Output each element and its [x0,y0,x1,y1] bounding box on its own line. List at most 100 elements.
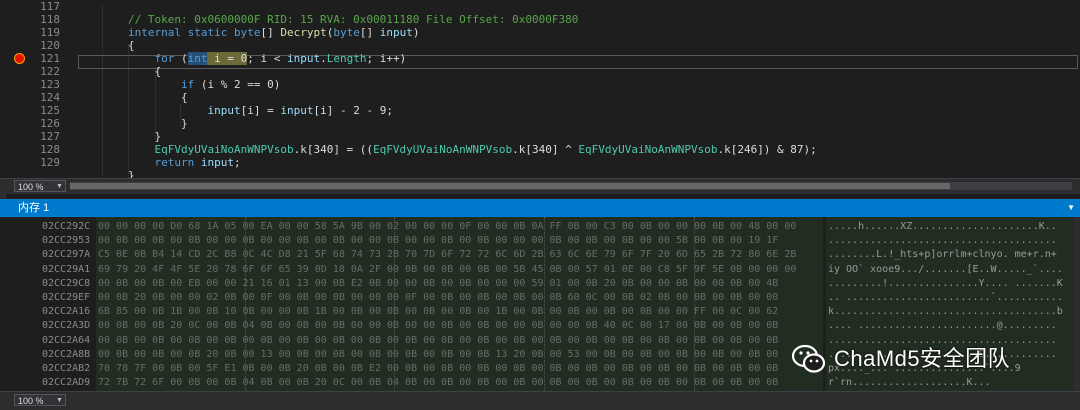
memory-ascii[interactable]: iy OO` xooe9.../.......[E..W....._`.... [828,262,1063,277]
memory-hex-bytes[interactable]: 69 79 20 4F 4F 5E 20 78 6F 6F 65 39 0D 1… [98,262,796,277]
code-text: } [128,117,188,130]
memory-hex-bytes[interactable]: 00 0B 00 0B 00 0B 00 00 0B 00 00 0B 00 0… [98,233,778,248]
code-line[interactable]: 126 } [0,117,1080,130]
code-token: . [320,52,327,65]
code-line[interactable]: 129 return input; [0,156,1080,169]
memory-row[interactable]: 02CC2A16 6B 85 00 0B 1B 00 0B 10 0B 00 00… [0,304,1080,319]
memory-hex-bytes[interactable]: 6B 85 00 0B 1B 00 0B 10 0B 00 00 0B 1B 0… [98,304,778,319]
code-token: input [379,26,413,39]
zoom-value: 100 % [18,396,44,406]
breakpoint-icon[interactable] [14,53,25,64]
memory-zoom-bar: 100 % ▼ [0,391,1080,410]
code-token: [i] = [240,104,281,117]
memory-ascii[interactable]: k.....................................b [828,304,1063,319]
memory-row[interactable]: 02CC2953 00 0B 00 0B 00 0B 00 00 0B 00 00… [0,233,1080,248]
memory-title-label: 内存 1 [18,202,50,214]
code-line[interactable]: 118 // Token: 0x0600000F RID: 15 RVA: 0x0… [0,13,1080,26]
memory-hex-bytes[interactable]: 72 7B 72 6F 00 0B 00 0B 04 0B 00 0B 20 0… [98,375,778,390]
line-number: 125 [40,104,60,117]
memory-hex-bytes[interactable]: 00 0B 00 0B 00 0B 20 0B 00 13 00 0B 00 0… [98,347,778,362]
line-number: 124 [40,91,60,104]
code-token: input [207,104,241,117]
chevron-down-icon: ▼ [56,183,63,190]
memory-ascii[interactable]: .. ........................`........... [828,290,1063,305]
line-number: 123 [40,78,60,91]
code-token: } [128,117,188,130]
memory-row[interactable]: 02CC29EF 00 0B 20 0B 00 00 02 0B 00 0F 00… [0,290,1080,305]
code-token: EqFVdyUVaiNoAnWNPVsob [373,143,513,156]
code-line[interactable]: 117 [0,0,1080,13]
memory-hex-bytes[interactable]: 00 0B 00 0B 00 0B 00 0B 00 0B 00 0B 00 0… [98,333,778,348]
memory-ascii[interactable]: .........!...............Y.... .......K [828,276,1063,291]
code-text: } [128,130,161,143]
code-text: for (int i = 0; i < input.Length; i++) [128,52,406,65]
code-token: [] [260,26,281,39]
code-token: ( [180,52,188,65]
code-line[interactable]: } [0,169,1080,178]
code-token: } [128,169,135,178]
zoom-value: 100 % [18,182,44,192]
scrollbar-thumb[interactable] [70,183,950,189]
code-line[interactable]: 124 { [0,91,1080,104]
memory-address: 02CC2AD9 [42,377,91,389]
code-editor[interactable]: 117 118 // Token: 0x0600000F RID: 15 RVA: … [0,0,1080,178]
line-number: 122 [40,65,60,78]
memory-ascii[interactable]: ...................................... [828,233,1057,248]
code-token: Length [326,52,367,65]
memory-window-title[interactable]: 内存 1 ▼ [0,199,1080,217]
code-text: { [128,91,188,104]
code-token: internal static [128,26,234,39]
code-text: EqFVdyUVaiNoAnWNPVsob.k[340] = ((EqFVdyU… [128,143,817,156]
code-line[interactable]: 119 internal static byte[] Decrypt(byte[]… [0,26,1080,39]
memory-ascii[interactable]: .....h......XZ.....................K.. [828,219,1057,234]
code-text: // Token: 0x0600000F RID: 15 RVA: 0x0001… [128,13,578,26]
line-number: 127 [40,130,60,143]
code-zoom-select[interactable]: 100 % ▼ [14,180,66,192]
memory-hex-bytes[interactable]: 00 0B 20 0B 00 00 02 0B 00 0F 00 0B 00 0… [98,290,778,305]
code-text: input[i] = input[i] - 2 - 9; [128,104,393,117]
memory-address: 02CC2AB2 [42,363,91,374]
memory-row[interactable]: 02CC292C 00 00 00 00 D0 68 1A 05 00 EA 00… [0,219,1080,234]
code-token: EqFVdyUVaiNoAnWNPVsob [578,143,718,156]
code-line[interactable]: 121 for (int i = 0; i < input.Length; i+… [0,52,1080,65]
code-line[interactable]: 127 } [0,130,1080,143]
code-text: if (i % 2 == 0) [128,78,280,91]
memory-row[interactable]: 02CC29A1 69 79 20 4F 4F 5E 20 78 6F 6F 65… [0,262,1080,277]
memory-zoom-select[interactable]: 100 % ▼ [14,394,66,406]
memory-hex-bytes[interactable]: 00 0B 00 0B 00 EB 00 00 21 16 01 13 00 0… [98,276,778,291]
code-line[interactable]: 122 { [0,65,1080,78]
code-line[interactable]: 125 input[i] = input[i] - 2 - 9; [0,104,1080,117]
memory-address: 02CC2A64 [42,334,91,346]
code-token: { [128,39,135,52]
memory-row[interactable]: 02CC2A3D 00 0B 00 0B 20 0C 00 0B 04 0B 00… [0,318,1080,333]
line-number: 129 [40,156,60,169]
memory-address: 02CC2A3D [42,320,91,332]
memory-hex-bytes[interactable]: C5 0E 0B B4 14 CD 2C B8 0C 4C D8 21 5F 6… [98,247,796,262]
code-text: { [128,39,135,52]
watermark-text: ChaMd5安全团队 [834,346,1011,371]
code-token: byte [233,26,261,39]
memory-row[interactable]: 02CC297A C5 0E 0B B4 14 CD 2C B8 0C 4C D8… [0,247,1080,262]
code-line[interactable]: 128 EqFVdyUVaiNoAnWNPVsob.k[340] = ((EqF… [0,143,1080,156]
code-token: return [128,156,201,169]
code-token: // Token: 0x0600000F RID: 15 RVA: 0x0001… [128,13,579,26]
line-number: 120 [40,39,60,52]
code-token: [i] - 2 - 9; [313,104,393,117]
line-number: 121 [40,52,60,65]
line-number: 126 [40,117,60,130]
chevron-down-icon[interactable]: ▼ [1067,199,1075,217]
memory-ascii[interactable]: .... .......................@......... [828,318,1057,333]
memory-ascii[interactable]: ........L.!_hts+p]orrlm+clnyo. me+r.n+ [828,247,1057,262]
code-line[interactable]: 123 if (i % 2 == 0) [0,78,1080,91]
code-token: input [286,52,321,65]
memory-hex-bytes[interactable]: 70 78 7F 00 0B 00 5F E1 0B 00 0B 20 0B 0… [98,361,778,376]
memory-hex-bytes[interactable]: 00 00 00 00 D0 68 1A 05 00 EA 00 00 58 5… [98,219,796,234]
code-line[interactable]: 120 { [0,39,1080,52]
memory-address: 02CC2A16 [42,306,91,318]
wechat-icon [791,344,826,373]
memory-row[interactable]: 02CC29C8 00 0B 00 0B 00 EB 00 00 21 16 01… [0,276,1080,291]
memory-hex-bytes[interactable]: 00 0B 00 0B 20 0C 00 0B 04 0B 00 0B 00 0… [98,318,778,333]
memory-address: 02CC292C [42,221,91,232]
code-horizontal-scrollbar[interactable] [70,182,1072,190]
